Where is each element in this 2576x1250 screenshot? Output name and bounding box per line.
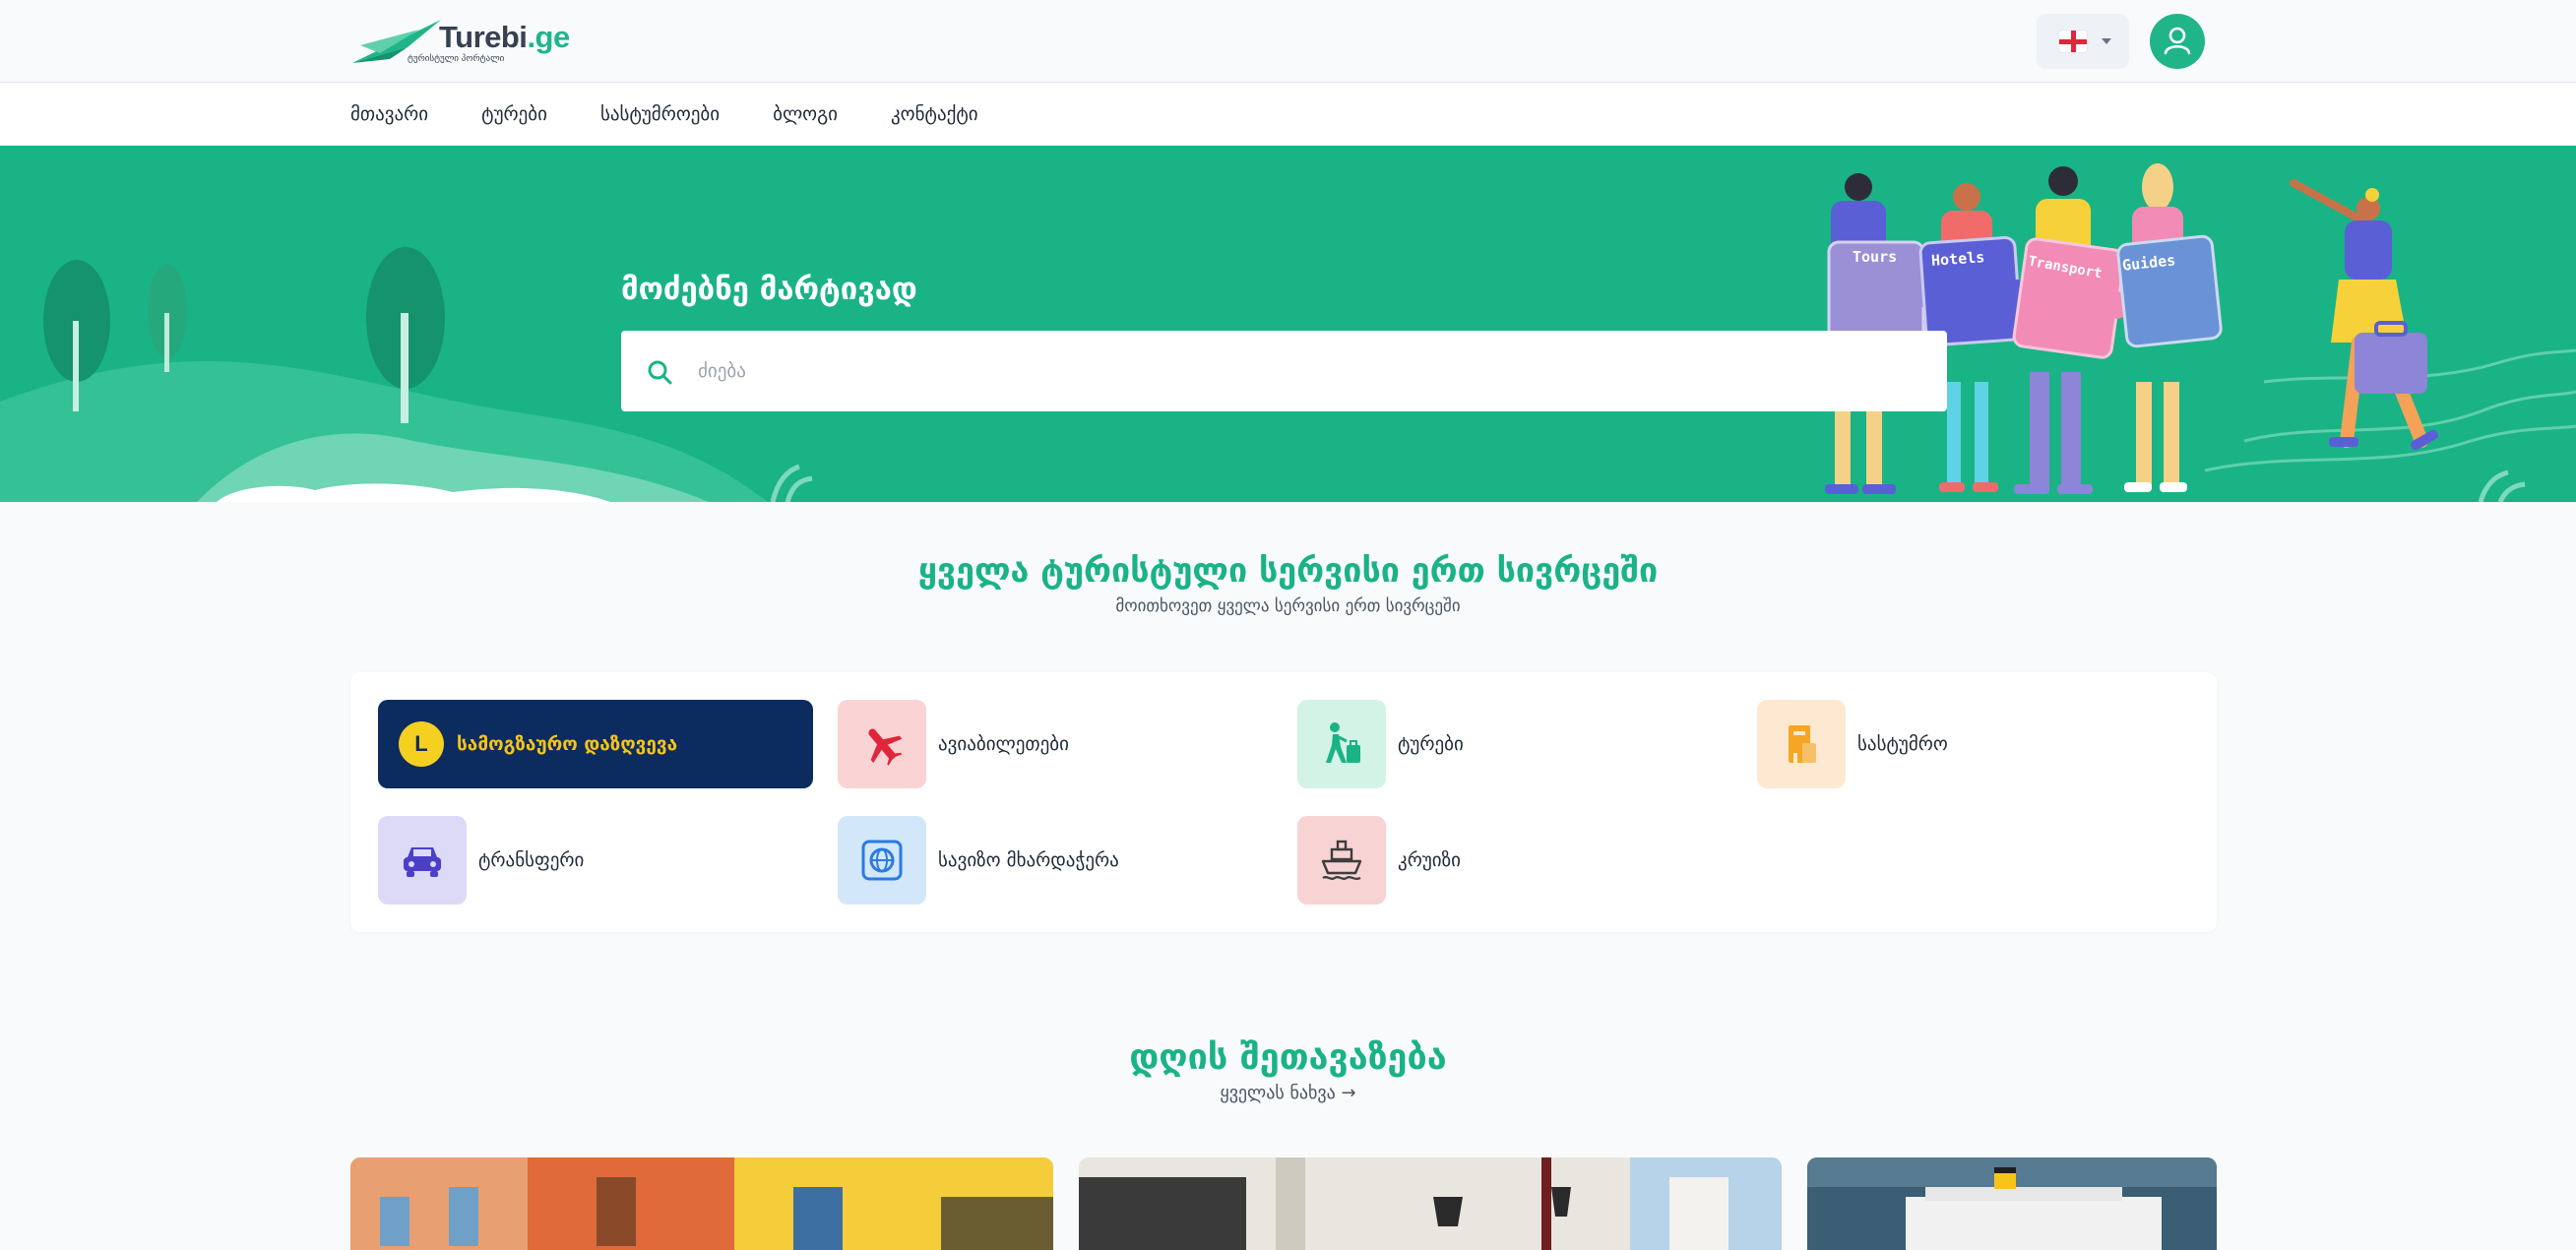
nav-item-contact[interactable]: კონტაქტი [891, 103, 978, 125]
hero-banner: Tours Hotels Transport Guides მოძებნე მა… [0, 146, 2576, 502]
nav-item-tours[interactable]: ტურები [481, 103, 547, 125]
service-hotel[interactable]: სასტუმრო [1757, 700, 2192, 788]
services-panel: L სამოგზაურო დაზღვევა ავიაბილეთები ტურებ… [350, 672, 2217, 932]
service-label: ავიაბილეთები [938, 733, 1069, 755]
offer-card-street[interactable] [1079, 1157, 1782, 1250]
service-label: კრუიზი [1398, 849, 1461, 871]
search-input[interactable] [621, 331, 1947, 411]
service-visa-support[interactable]: სავიზო მხარდაჭერა [838, 816, 1273, 905]
nav-item-blog[interactable]: ბლოგი [773, 103, 838, 125]
service-travel-insurance[interactable]: L სამოგზაურო დაზღვევა [378, 700, 813, 788]
hero-title: მოძებნე მარტივად [621, 272, 917, 307]
offer-photo [350, 1157, 1053, 1250]
puzzle-label-hotels: Hotels [1930, 248, 1985, 270]
service-label: სამოგზაურო დაზღვევა [457, 733, 678, 755]
service-label: ტრანსფერი [478, 849, 585, 871]
services-title: ყველა ტურისტული სერვისი ერთ სივრცეში [917, 551, 1659, 591]
see-all-link: ყველას ნახვა → [0, 1083, 2576, 1103]
hotel-building-icon [1789, 725, 1816, 763]
nav-item-hotels[interactable]: სასტუმროები [600, 103, 720, 125]
offer-card-lisbon[interactable] [350, 1157, 1053, 1250]
globe-icon [861, 840, 903, 881]
logo-wordmark: Turebi.ge [439, 20, 570, 54]
cruise-ship-icon [1321, 840, 1362, 880]
logo-tagline: ტურისტული პორტალი [408, 54, 505, 64]
nav-item-home[interactable]: მთავარი [350, 103, 428, 125]
user-account-button[interactable] [2150, 14, 2205, 69]
airplane-icon [868, 728, 903, 766]
service-label: სასტუმრო [1857, 733, 1948, 755]
see-all-button[interactable]: ყველას ნახვა → [1220, 1083, 1355, 1103]
service-flights[interactable]: ავიაბილეთები [838, 700, 1273, 788]
site-logo[interactable]: Turebi.ge ტურისტული პორტალი [350, 14, 577, 69]
service-cruise[interactable]: კრუიზი [1297, 816, 1732, 905]
offers-title: დღის შეთავაზება [1129, 1037, 1447, 1078]
top-header: Turebi.ge ტურისტული პორტალი [0, 0, 2576, 83]
search-icon[interactable] [646, 358, 673, 386]
main-navigation: მთავარი ტურები სასტუმროები ბლოგი კონტაქტ… [0, 84, 2576, 145]
puzzle-label-tours: Tours [1853, 248, 1898, 266]
hiker-icon [1326, 722, 1360, 763]
traveler-figure [2290, 179, 2439, 451]
georgia-flag-icon [2058, 30, 2088, 53]
services-subtitle: მოითხოვეთ ყველა სერვისი ერთ სივრცეში [1115, 596, 1461, 616]
insurance-l-icon: L [399, 721, 444, 767]
chevron-down-icon [2102, 38, 2111, 44]
car-icon [404, 847, 441, 877]
user-icon [2164, 27, 2191, 55]
language-selector[interactable] [2037, 14, 2129, 69]
offer-photo [1079, 1157, 1782, 1250]
service-transfer[interactable]: ტრანსფერი [378, 816, 813, 905]
tree-icon [148, 264, 187, 372]
offer-photo [1807, 1157, 2217, 1250]
offer-card-cruise[interactable] [1807, 1157, 2217, 1250]
service-label: ტურები [1398, 733, 1464, 755]
service-label: სავიზო მხარდაჭერა [938, 849, 1119, 871]
hero-illustration [0, 163, 2576, 502]
service-tours[interactable]: ტურები [1297, 700, 1732, 788]
